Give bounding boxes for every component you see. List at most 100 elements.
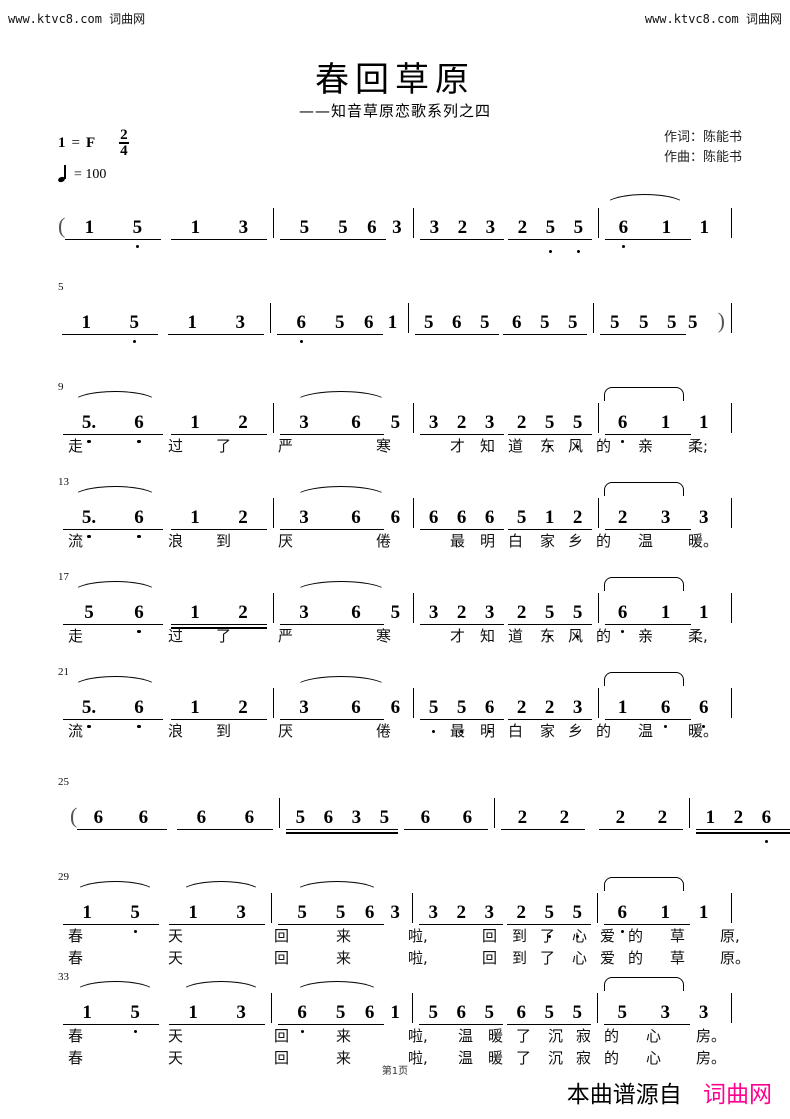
note: 3	[484, 602, 495, 623]
lyric-line: 流 浪 到 厌 倦 最明白家乡的 温 暖。	[68, 720, 718, 741]
lyric-syllable: 最	[450, 532, 466, 550]
lyric-syllable: 白	[508, 532, 524, 550]
note: 3	[428, 412, 439, 433]
beam-group: 5 5 6	[280, 218, 387, 240]
beam-group: 3 6	[280, 507, 385, 530]
note: 2	[238, 412, 248, 433]
beam-group: 5. 6	[63, 413, 164, 443]
barline	[731, 303, 732, 333]
note: 6	[752, 808, 780, 843]
measure-number: 17	[58, 571, 69, 583]
lyric-syllable: 了	[216, 437, 232, 455]
note: 3	[392, 217, 402, 238]
note: 6	[484, 507, 495, 528]
music-system-1: 1 ( 1 5 1 3 5 5 6 3 3 2 3 2	[58, 194, 738, 253]
slur-arc	[294, 581, 388, 593]
note: 3	[351, 807, 362, 828]
beam-group: 5 3	[604, 1002, 691, 1025]
sub-beam-group: 6 5	[447, 1002, 504, 1025]
beam-group: 6 5 5	[502, 313, 587, 335]
beam-group: 5 5 6	[419, 698, 504, 733]
slur-arc	[294, 881, 380, 893]
beam-group: 2 5 5	[507, 603, 592, 638]
barline	[494, 798, 496, 828]
note: 6	[364, 312, 374, 333]
beam	[696, 832, 790, 834]
note: 3	[429, 217, 440, 238]
note: 1	[617, 697, 628, 718]
note: 5	[480, 312, 490, 333]
notation-row: 1 5 1 3 6 5 6 1 5 6 5 6 5 5 5 3 3	[58, 977, 738, 1033]
lyric-syllable: 倦	[376, 722, 392, 740]
barline	[597, 893, 599, 923]
note: 6	[115, 413, 163, 443]
note: 5	[111, 903, 159, 933]
beam-group: 6 6	[77, 808, 168, 830]
note: 5	[544, 1002, 554, 1023]
note: 6	[115, 698, 163, 728]
beam-group: 1 3	[168, 313, 265, 335]
lyric-syllable: 啦,	[408, 1027, 428, 1045]
note: 6	[604, 903, 640, 933]
lyric-syllable: 东	[540, 437, 556, 455]
note: 3	[299, 507, 309, 528]
lyric-syllable: 家	[540, 722, 556, 740]
note: 5	[617, 1002, 627, 1023]
beam-group: 5 1 2	[507, 508, 592, 530]
note: 2	[516, 412, 527, 433]
time-numerator: 2	[119, 127, 129, 145]
notation-row: 5 6 1 2 3 6 5 3 2 3 2 5 5 6 1 1	[58, 577, 738, 638]
beam-group: 6 6	[177, 808, 274, 830]
lyric-syllable: 心	[646, 1027, 662, 1045]
barline	[597, 688, 599, 718]
note: 3	[699, 507, 709, 528]
lyric-line: 流 浪 到 厌 倦 最明白家乡的 温 暖。	[68, 530, 718, 551]
note: 6	[428, 507, 439, 528]
note: 5	[111, 1003, 159, 1033]
beam-group: 5. 6	[63, 698, 164, 728]
beam-group: 1 2	[171, 412, 268, 435]
beam-group: 6 5 6	[277, 312, 384, 343]
beam-group: 2 5 5	[507, 903, 592, 938]
barline	[592, 303, 594, 333]
music-system-5: 17 5 6 1 2 3 6 5 3 2 3 2 5 5 6 1 1 走 过 了…	[58, 571, 738, 645]
barline	[597, 593, 599, 623]
note: 6	[351, 507, 361, 528]
note: 5	[536, 218, 564, 253]
note: 2	[238, 602, 248, 623]
beam-group: 3 2 3	[419, 412, 504, 435]
beam-group: 2 5 5	[507, 412, 592, 448]
note: 5	[484, 1002, 494, 1023]
beam-group: 1 2	[171, 697, 268, 720]
lyric-syllable: 道	[508, 437, 524, 455]
beam-group: 6 1	[604, 603, 691, 633]
note: 6	[476, 698, 504, 733]
lyric-syllable: 春	[68, 949, 84, 967]
lyric-syllable: 天	[168, 949, 184, 967]
lyric-syllable: 了	[540, 927, 556, 945]
notation-row: 5. 6 1 2 3 6 6 5 5 6 2 2 3 1 6 6	[58, 672, 738, 733]
note: 2	[238, 697, 248, 718]
note: 2	[457, 217, 468, 238]
note: 1	[188, 902, 198, 923]
lyric-syllable: 才	[450, 437, 466, 455]
note: 6	[462, 807, 473, 828]
note: 1	[190, 412, 200, 433]
lyric-syllable: 严	[278, 437, 294, 455]
sub-beam-group: 5 5	[530, 313, 587, 335]
lyric-syllable: 严	[278, 627, 294, 645]
lyric-syllable: 过	[168, 627, 184, 645]
music-system-6: 21 5. 6 1 2 3 6 6 5 5 6 2 2 3 1 6 6 流 浪 …	[58, 666, 738, 740]
beam-group: 5 6 5	[419, 1002, 504, 1025]
measure-number: 5	[58, 281, 64, 293]
lyric-syllable: 暖。	[688, 532, 719, 550]
tie-arc	[604, 482, 684, 496]
beam-group: 3 6	[280, 413, 385, 435]
tie-arc	[604, 977, 684, 991]
note: 1	[190, 697, 200, 718]
lyric-syllable: 风	[568, 627, 584, 645]
tempo-value: = 100	[74, 166, 107, 182]
footer-brand[interactable]: 词曲网	[703, 1082, 772, 1108]
credits: 作词：陈能书 作曲：陈能书	[664, 128, 742, 168]
beam-group: 1 5	[65, 218, 162, 248]
